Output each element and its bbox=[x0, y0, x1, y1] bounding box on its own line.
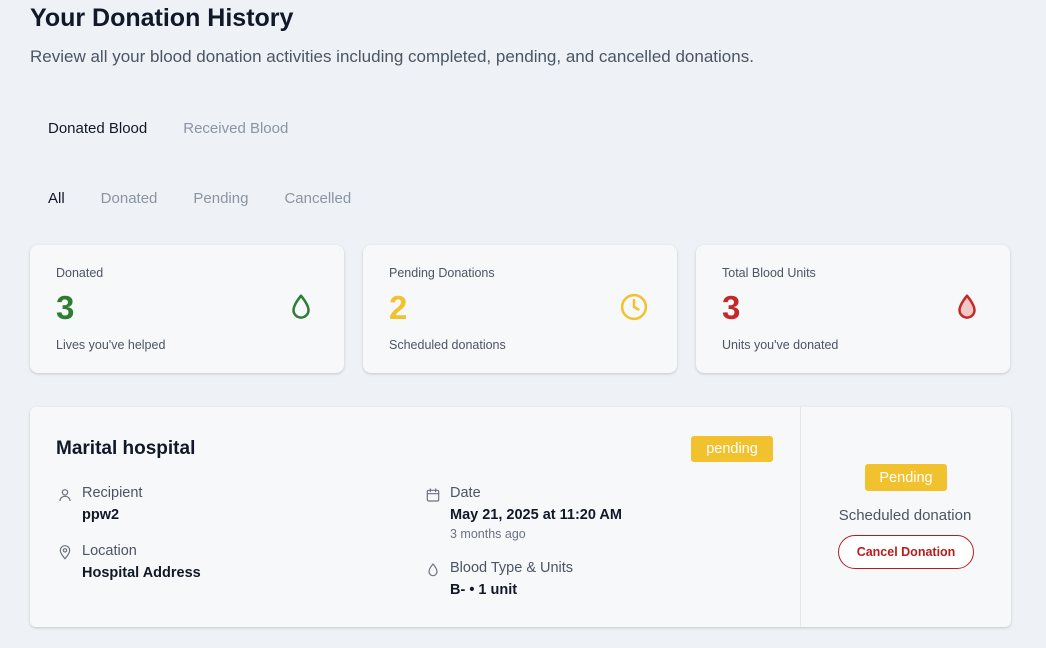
card-divider bbox=[800, 407, 801, 627]
recipient-label: Recipient bbox=[82, 485, 143, 501]
filter-tab-all[interactable]: All bbox=[30, 188, 83, 209]
status-badge: pending bbox=[691, 436, 773, 462]
donation-card: Marital hospital pending Recipient ppw2 … bbox=[30, 407, 1011, 627]
stat-value: 3 bbox=[722, 289, 741, 326]
clock-icon bbox=[620, 293, 648, 321]
date-label: Date bbox=[450, 485, 481, 501]
date-value: May 21, 2025 at 11:20 AM bbox=[450, 507, 622, 523]
stat-label: Total Blood Units bbox=[722, 266, 816, 280]
filter-tab-pending[interactable]: Pending bbox=[175, 188, 266, 209]
main-tabs: Donated Blood Received Blood bbox=[30, 118, 306, 139]
stat-label: Pending Donations bbox=[389, 266, 495, 280]
recipient-value: ppw2 bbox=[82, 507, 120, 523]
blood-drop-outline-icon bbox=[292, 294, 310, 319]
stat-card-total-units: Total Blood Units 3 Units you've donated bbox=[696, 245, 1010, 373]
stat-card-donated: Donated 3 Lives you've helped bbox=[30, 245, 344, 373]
stat-caption: Units you've donated bbox=[722, 338, 839, 352]
location-label: Location bbox=[82, 543, 137, 559]
blood-drop-filled-icon bbox=[958, 294, 976, 319]
date-relative: 3 months ago bbox=[450, 527, 526, 541]
stat-card-pending: Pending Donations 2 Scheduled donations bbox=[363, 245, 677, 373]
stat-caption: Scheduled donations bbox=[389, 338, 506, 352]
page-title: Your Donation History bbox=[30, 4, 294, 32]
blood-drop-icon bbox=[428, 563, 438, 577]
side-caption: Scheduled donation bbox=[838, 507, 972, 524]
filter-tabs: All Donated Pending Cancelled bbox=[30, 188, 369, 209]
tab-received-blood[interactable]: Received Blood bbox=[165, 118, 306, 139]
page-subtitle: Review all your blood donation activitie… bbox=[30, 47, 754, 66]
stat-label: Donated bbox=[56, 266, 104, 280]
side-status-badge: Pending bbox=[865, 464, 947, 491]
filter-tab-donated[interactable]: Donated bbox=[83, 188, 176, 209]
location-pin-icon bbox=[59, 545, 71, 560]
blood-type-label: Blood Type & Units bbox=[450, 560, 574, 576]
location-value: Hospital Address bbox=[82, 565, 201, 581]
blood-type-value: B- • 1 unit bbox=[450, 582, 518, 598]
hospital-name: Marital hospital bbox=[56, 438, 196, 459]
calendar-icon bbox=[426, 488, 440, 502]
stat-value: 3 bbox=[56, 289, 75, 326]
cancel-donation-button[interactable]: Cancel Donation bbox=[838, 535, 974, 569]
tab-donated-blood[interactable]: Donated Blood bbox=[30, 118, 165, 139]
filter-tab-cancelled[interactable]: Cancelled bbox=[266, 188, 369, 209]
stat-value: 2 bbox=[389, 289, 408, 326]
stat-caption: Lives you've helped bbox=[56, 338, 166, 352]
user-icon bbox=[59, 489, 71, 502]
